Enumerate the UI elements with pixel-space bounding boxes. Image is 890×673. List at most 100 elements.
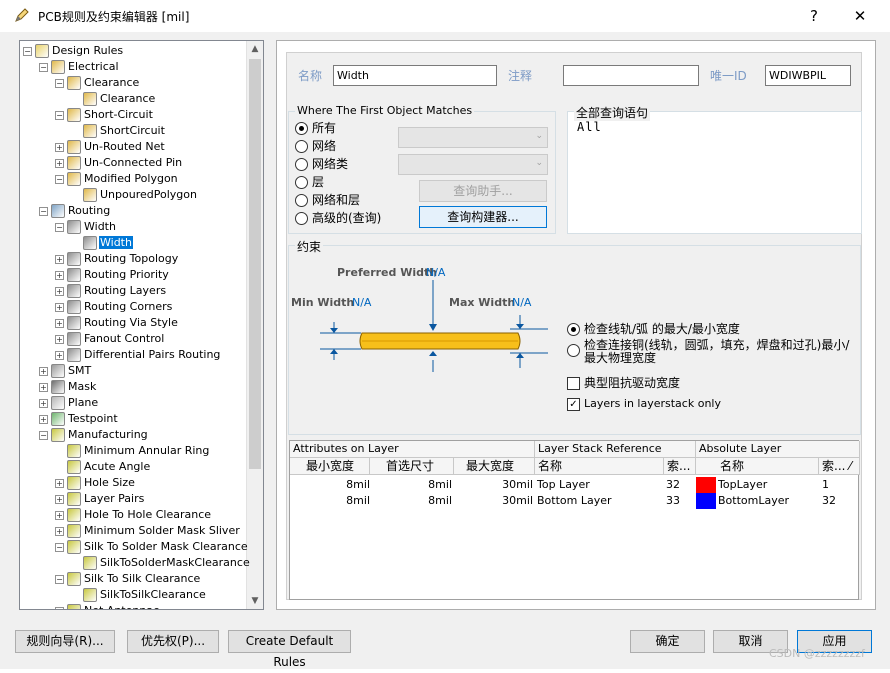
- tree-item[interactable]: + Routing Priority: [55, 267, 170, 283]
- collapse-icon[interactable]: −: [55, 222, 64, 232]
- expand-icon[interactable]: +: [55, 270, 64, 280]
- tree-item[interactable]: − Design Rules: [23, 43, 124, 59]
- rule-tree[interactable]: ▲ ▼ − Design Rules − Electrical − Clearance Cl…: [19, 40, 264, 610]
- scroll-down-icon[interactable]: ▼: [247, 593, 263, 609]
- expand-icon[interactable]: +: [39, 366, 48, 376]
- query-helper-button[interactable]: 查询助手...: [419, 180, 547, 202]
- comment-field[interactable]: [563, 65, 699, 86]
- tree-item[interactable]: Acute Angle: [55, 459, 151, 475]
- preferred-width-value[interactable]: N/A: [426, 266, 445, 279]
- expand-icon[interactable]: +: [55, 350, 64, 360]
- collapse-icon[interactable]: −: [39, 430, 48, 440]
- col-abs-index[interactable]: 索... ⁄: [819, 458, 860, 475]
- tree-item[interactable]: + Plane: [39, 395, 99, 411]
- tree-item[interactable]: SilkToSilkClearance: [71, 587, 207, 603]
- cell-layer-name[interactable]: Bottom Layer: [537, 493, 662, 509]
- tree-item[interactable]: + Routing Layers: [55, 283, 167, 299]
- tree-item[interactable]: + Minimum Solder Mask Sliver: [55, 523, 241, 539]
- create-default-rules-button[interactable]: Create Default Rules: [228, 630, 351, 669]
- match-option[interactable]: 高级的(查询): [295, 210, 381, 226]
- tree-item[interactable]: + Routing Corners: [55, 299, 173, 315]
- tree-item[interactable]: + Routing Topology: [55, 251, 179, 267]
- tree-item[interactable]: + Net Antennae: [55, 603, 161, 609]
- col-max-width[interactable]: 最大宽度: [454, 458, 535, 475]
- col-min-width[interactable]: 最小宽度: [290, 458, 370, 475]
- cell-layer-name[interactable]: Top Layer: [537, 477, 662, 493]
- expand-icon[interactable]: +: [39, 414, 48, 424]
- tree-item[interactable]: + Hole To Hole Clearance: [55, 507, 212, 523]
- name-field[interactable]: Width: [333, 65, 497, 86]
- checkmark-icon[interactable]: ✓: [567, 397, 580, 411]
- collapse-icon[interactable]: −: [55, 542, 64, 552]
- tree-item[interactable]: − Silk To Silk Clearance: [55, 571, 201, 587]
- cell-abs-name[interactable]: TopLayer: [718, 477, 817, 493]
- cell-preferred-width[interactable]: 8mil: [370, 477, 452, 493]
- collapse-icon[interactable]: −: [23, 46, 32, 56]
- full-query-text[interactable]: All: [577, 120, 602, 134]
- tree-item[interactable]: Minimum Annular Ring: [55, 443, 210, 459]
- expand-icon[interactable]: +: [55, 142, 64, 152]
- close-button[interactable]: ✕: [842, 4, 878, 28]
- rule-wizard-button[interactable]: 规则向导(R)...: [15, 630, 115, 653]
- cell-min-width[interactable]: 8mil: [290, 493, 370, 509]
- cell-preferred-width[interactable]: 8mil: [370, 493, 452, 509]
- expand-icon[interactable]: +: [39, 398, 48, 408]
- tree-item[interactable]: − Short-Circuit: [55, 107, 154, 123]
- tree-item[interactable]: + Testpoint: [39, 411, 119, 427]
- tree-item[interactable]: − Manufacturing: [39, 427, 149, 443]
- col-abs-name[interactable]: 名称: [696, 458, 819, 475]
- expand-icon[interactable]: +: [55, 286, 64, 296]
- match-option[interactable]: 网络类: [295, 156, 348, 172]
- tree-item[interactable]: − Modified Polygon: [55, 171, 179, 187]
- query-builder-button[interactable]: 查询构建器...: [419, 206, 547, 228]
- cell-max-width[interactable]: 30mil: [454, 493, 533, 509]
- collapse-icon[interactable]: −: [39, 62, 48, 72]
- layer-width-grid[interactable]: Attributes on Layer Layer Stack Referenc…: [289, 440, 860, 600]
- tree-item[interactable]: − Silk To Solder Mask Clearance: [55, 539, 249, 555]
- col-layer-name[interactable]: 名称: [535, 458, 664, 475]
- tree-item[interactable]: − Routing: [39, 203, 111, 219]
- expand-icon[interactable]: +: [55, 526, 64, 536]
- collapse-icon[interactable]: −: [55, 174, 64, 184]
- match-option-radio[interactable]: [295, 194, 308, 207]
- tree-item[interactable]: − Clearance: [55, 75, 140, 91]
- tree-item[interactable]: + Un-Connected Pin: [55, 155, 183, 171]
- tree-item[interactable]: + Routing Via Style: [55, 315, 179, 331]
- check-track-width-option[interactable]: 检查线轨/弧 的最大/最小宽度: [567, 321, 740, 337]
- tree-item[interactable]: UnpouredPolygon: [71, 187, 198, 203]
- tree-item[interactable]: + Mask: [39, 379, 97, 395]
- col-layer-index[interactable]: 索...: [664, 458, 696, 475]
- match-option-radio[interactable]: [295, 140, 308, 153]
- unique-id-field[interactable]: WDIWBPIL: [765, 65, 851, 86]
- tree-item[interactable]: ShortCircuit: [71, 123, 166, 139]
- cell-layer-index[interactable]: 32: [666, 477, 696, 493]
- tree-item[interactable]: Width: [71, 235, 133, 251]
- tree-item[interactable]: + Un-Routed Net: [55, 139, 166, 155]
- cell-abs-name[interactable]: BottomLayer: [718, 493, 817, 509]
- match-option-radio[interactable]: [295, 176, 308, 189]
- tree-item[interactable]: + SMT: [39, 363, 92, 379]
- expand-icon[interactable]: +: [55, 478, 64, 488]
- cell-abs-index[interactable]: 1: [822, 477, 858, 493]
- match-option[interactable]: 网络: [295, 138, 336, 154]
- scroll-up-icon[interactable]: ▲: [247, 41, 263, 57]
- scroll-thumb[interactable]: [249, 59, 261, 469]
- cell-min-width[interactable]: 8mil: [290, 477, 370, 493]
- col-preferred-width[interactable]: 首选尺寸: [370, 458, 454, 475]
- match-option[interactable]: 网络和层: [295, 192, 360, 208]
- cell-max-width[interactable]: 30mil: [454, 477, 533, 493]
- check-copper-width-radio[interactable]: [567, 344, 580, 357]
- match-option[interactable]: 层: [295, 174, 324, 190]
- collapse-icon[interactable]: −: [55, 78, 64, 88]
- tree-item[interactable]: Clearance: [71, 91, 156, 107]
- collapse-icon[interactable]: −: [39, 206, 48, 216]
- expand-icon[interactable]: +: [39, 382, 48, 392]
- ok-button[interactable]: 确定: [630, 630, 705, 653]
- impedance-width-option[interactable]: 典型阻抗驱动宽度: [567, 375, 680, 391]
- tree-item[interactable]: − Width: [55, 219, 117, 235]
- expand-icon[interactable]: +: [55, 606, 64, 609]
- check-copper-width-option[interactable]: 检查连接铜(线轨，圆弧，填充，焊盘和过孔)最小/最大物理宽度: [567, 339, 857, 365]
- tree-item[interactable]: + Hole Size: [55, 475, 136, 491]
- match-option-radio[interactable]: [295, 158, 308, 171]
- expand-icon[interactable]: +: [55, 158, 64, 168]
